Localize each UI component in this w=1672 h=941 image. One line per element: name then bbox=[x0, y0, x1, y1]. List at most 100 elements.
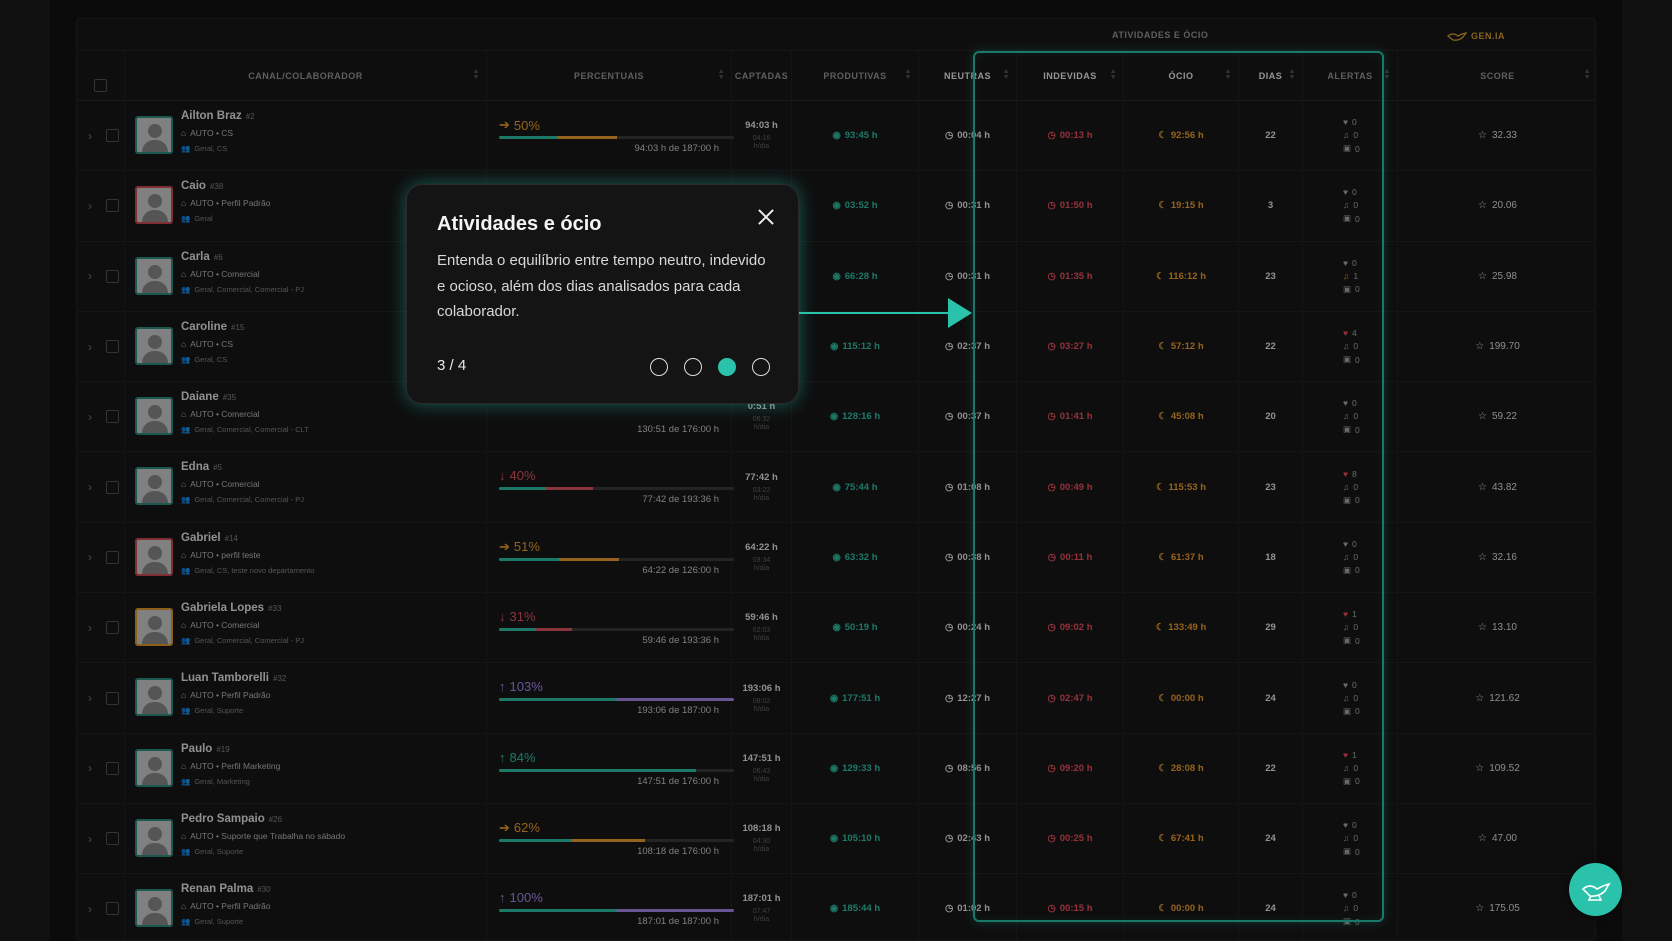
col-produtivas[interactable]: PRODUTIVAS ▲ ▼ bbox=[792, 51, 919, 101]
alertas-cell[interactable]: ♥ 0 ♫ 0 ▣ 0 bbox=[1303, 101, 1398, 171]
alertas-cell[interactable]: ♥ 0 ♫ 0 ▣ 0 bbox=[1303, 382, 1398, 452]
collaborator-cell[interactable]: Gabriela Lopes #33 ⌂ AUTO • Comercial 👥 Ger… bbox=[125, 593, 487, 663]
collaborator-name: Daiane #35 bbox=[181, 391, 309, 403]
home-icon: ⌂ bbox=[181, 830, 187, 841]
row-checkbox[interactable] bbox=[106, 129, 119, 143]
unit-hdia: h/dia bbox=[753, 635, 770, 643]
chevron-right-icon[interactable]: › bbox=[88, 550, 92, 564]
alert-heart: ♥ 1 bbox=[1343, 609, 1357, 619]
collaborator-cell[interactable]: Pedro Sampaio #26 ⌂ AUTO • Suporte que Tra… bbox=[125, 803, 487, 874]
alertas-cell[interactable]: ♥ 0 ♫ 0 ▣ 0 bbox=[1303, 874, 1398, 941]
col-percentuais[interactable]: PERCENTUAIS ▲ ▼ bbox=[487, 51, 732, 101]
row-checkbox[interactable] bbox=[106, 410, 119, 424]
col-canal[interactable]: CANAL/COLABORADOR ▲ ▼ bbox=[125, 51, 487, 101]
close-icon[interactable] bbox=[756, 207, 776, 227]
neutras-cell: ◷ 00:37 h bbox=[919, 382, 1017, 452]
chevron-right-icon[interactable]: › bbox=[88, 691, 92, 705]
chevron-right-icon[interactable]: › bbox=[88, 761, 92, 775]
row-checkbox[interactable] bbox=[106, 902, 119, 916]
chevron-right-icon[interactable]: › bbox=[88, 340, 92, 354]
chevron-right-icon[interactable]: › bbox=[88, 410, 92, 424]
step-dot-1[interactable] bbox=[650, 358, 668, 376]
chevron-right-icon[interactable]: › bbox=[88, 832, 92, 846]
collaborator-id: #35 bbox=[222, 393, 237, 403]
row-checkbox[interactable] bbox=[106, 832, 119, 846]
avatar bbox=[135, 256, 173, 295]
alertas-cell[interactable]: ♥ 1 ♫ 0 ▣ 0 bbox=[1303, 593, 1398, 663]
chevron-right-icon[interactable]: › bbox=[88, 129, 92, 143]
row-checkbox[interactable] bbox=[106, 621, 119, 635]
collaborator-cell[interactable]: Renan Palma #30 ⌂ AUTO • Perfil Padrão 👥 Ge… bbox=[125, 874, 487, 941]
row-checkbox[interactable] bbox=[106, 340, 119, 354]
table-row[interactable]: › Daiane #35 ⌂ AUTO • Comercial 👥 Geral, Co… bbox=[77, 382, 1595, 453]
percent-text: 31% bbox=[509, 609, 536, 625]
chevron-right-icon[interactable]: › bbox=[88, 199, 92, 213]
chevron-right-icon[interactable]: › bbox=[88, 621, 92, 635]
alert-bell-count: 0 bbox=[1353, 833, 1359, 844]
alertas-cell[interactable]: ♥ 1 ♫ 0 ▣ 0 bbox=[1303, 733, 1398, 803]
table-row[interactable]: › Pedro Sampaio #26 ⌂ AUTO • Suporte que T… bbox=[77, 803, 1595, 875]
table-row[interactable]: › Gabriel #14 ⌂ AUTO • perfil teste 👥 Geral… bbox=[77, 522, 1595, 594]
name-text: Ailton Braz bbox=[181, 110, 242, 122]
collaborator-cell[interactable]: Gabriel #14 ⌂ AUTO • perfil teste 👥 Geral, … bbox=[125, 522, 487, 593]
ocio-text: 116:12 h bbox=[1168, 270, 1207, 282]
indevidas-cell: ◷ 02:47 h bbox=[1017, 663, 1124, 733]
chevron-right-icon[interactable]: › bbox=[88, 269, 92, 283]
row-checkbox[interactable] bbox=[106, 550, 119, 564]
col-alertas[interactable]: ALERTAS ▲ ▼ bbox=[1303, 51, 1398, 101]
produtivas-value: ◉ 50:19 h bbox=[832, 622, 877, 633]
score-cell: ☆ 13.10 bbox=[1398, 593, 1597, 662]
table-row[interactable]: › Renan Palma #30 ⌂ AUTO • Perfil Padrão 👥… bbox=[77, 874, 1595, 941]
alertas-cell[interactable]: ♥ 0 ♫ 0 ▣ 0 bbox=[1303, 663, 1398, 733]
alertas-cell[interactable]: ♥ 4 ♫ 0 ▣ 0 bbox=[1303, 311, 1398, 382]
home-icon: ⌂ bbox=[181, 268, 187, 279]
table-row[interactable]: › Gabriela Lopes #33 ⌂ AUTO • Comercial 👥 G… bbox=[77, 593, 1597, 664]
chevron-right-icon[interactable]: › bbox=[88, 902, 92, 916]
col-neutras[interactable]: NEUTRAS ▲ ▼ bbox=[919, 51, 1017, 101]
groups-text: Geral, Comercial, Comercial - CLT bbox=[194, 425, 309, 435]
table-row[interactable]: › Edna #5 ⌂ AUTO • Comercial 👥 Geral, Comer… bbox=[77, 452, 1595, 523]
dias-value: 29 bbox=[1265, 622, 1276, 634]
alertas-cell[interactable]: ♥ 0 ♫ 0 ▣ 0 bbox=[1303, 171, 1398, 241]
row-checkbox[interactable] bbox=[106, 761, 119, 775]
row-checkbox[interactable] bbox=[106, 691, 119, 705]
alertas-cell[interactable]: ♥ 0 ♫ 0 ▣ 0 bbox=[1303, 803, 1398, 874]
row-checkbox[interactable] bbox=[106, 199, 119, 213]
table-row[interactable]: › Carla #6 ⌂ AUTO • Comercial 👥 Geral, Come… bbox=[77, 241, 1595, 312]
genia-header[interactable]: GEN.IA bbox=[1447, 30, 1505, 42]
table-row[interactable]: › Caio#38 ⌂AUTO • Perfil Padrão 👥Geral ↓… bbox=[77, 171, 1595, 242]
col-score[interactable]: SCORE ▲ ▼ bbox=[1398, 51, 1597, 101]
collaborator-id: #5 bbox=[213, 463, 223, 473]
bell-icon: ♫ bbox=[1343, 481, 1350, 492]
produtivas-cell: ◉ 03:52 h bbox=[792, 171, 919, 241]
col-captadas[interactable]: CAPTADAS bbox=[732, 51, 792, 101]
progress-bar bbox=[499, 768, 734, 772]
col-indevidas[interactable]: INDEVIDAS ▲ ▼ bbox=[1017, 51, 1124, 101]
collaborator-cell[interactable]: Paulo #19 ⌂ AUTO • Perfil Marketing 👥 Geral… bbox=[125, 733, 487, 803]
col-dias[interactable]: DIAS ▲ ▼ bbox=[1239, 51, 1303, 101]
collaborator-cell[interactable]: Ailton Braz #2 ⌂ AUTO • CS 👥 Geral, CS bbox=[125, 101, 487, 171]
table-row[interactable]: › Paulo #19 ⌂ AUTO • Perfil Marketing 👥 Ger… bbox=[77, 733, 1595, 804]
collaborator-cell[interactable]: Luan Tamborelli #32 ⌂ AUTO • Perfil Padrão… bbox=[125, 663, 487, 733]
table-row[interactable]: › Luan Tamborelli #32 ⌂ AUTO • Perfil Padr… bbox=[77, 663, 1595, 734]
col-ocio[interactable]: ÓCIO ▲ ▼ bbox=[1124, 51, 1239, 101]
alertas-cell[interactable]: ♥ 0 ♫ 1 ▣ 0 bbox=[1303, 241, 1398, 311]
step-dot-4[interactable] bbox=[752, 358, 770, 376]
alertas-cell[interactable]: ♥ 0 ♫ 0 ▣ 0 bbox=[1303, 522, 1398, 593]
select-all-checkbox[interactable] bbox=[94, 78, 107, 92]
step-dots bbox=[650, 358, 770, 376]
step-dot-2[interactable] bbox=[684, 358, 702, 376]
table-row[interactable]: › Ailton Braz #2 ⌂ AUTO • CS 👥 Geral, CS ➔ 5… bbox=[77, 101, 1595, 172]
alertas-cell[interactable]: ♥ 8 ♫ 0 ▣ 0 bbox=[1303, 452, 1398, 522]
step-dot-3[interactable] bbox=[718, 358, 736, 376]
chevron-right-icon[interactable]: › bbox=[88, 480, 92, 494]
select-all-cell bbox=[77, 51, 125, 101]
ocio-cell: ☾ 115:53 h bbox=[1124, 452, 1239, 522]
genia-fab-button[interactable] bbox=[1569, 863, 1622, 916]
row-checkbox[interactable] bbox=[106, 480, 119, 494]
collaborator-cell[interactable]: Edna #5 ⌂ AUTO • Comercial 👥 Geral, Comerci… bbox=[125, 452, 487, 522]
avatar bbox=[135, 186, 173, 225]
row-checkbox[interactable] bbox=[106, 269, 119, 283]
table-row[interactable]: › Caroline#15 ⌂AUTO • CS 👥Geral, CS 18 h… bbox=[77, 311, 1595, 383]
produtivas-text: 66:28 h bbox=[844, 270, 878, 282]
